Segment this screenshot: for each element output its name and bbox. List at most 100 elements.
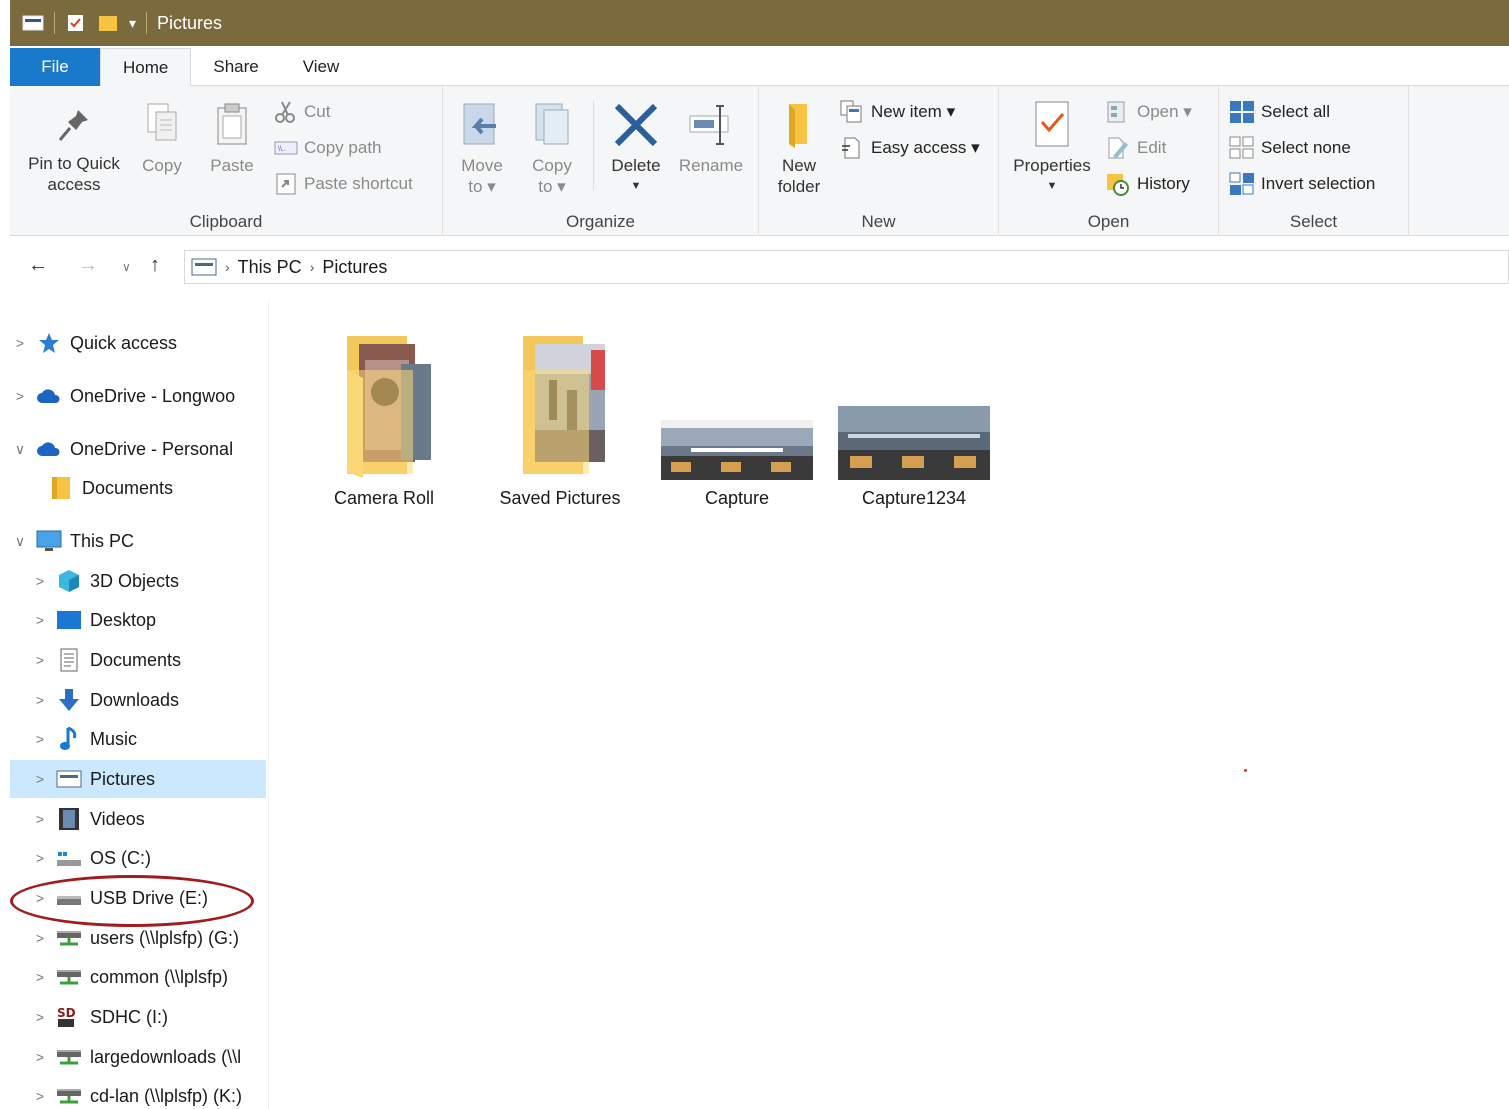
nav-common[interactable]: > common (\\lplsfp) bbox=[10, 958, 266, 996]
collapse-chevron-icon[interactable]: ∨ bbox=[10, 441, 30, 458]
pane-divider[interactable] bbox=[268, 300, 269, 1109]
expand-chevron-icon[interactable]: > bbox=[30, 1009, 50, 1025]
open-icon bbox=[1107, 101, 1125, 123]
file-name: Saved Pictures bbox=[499, 488, 621, 508]
rename-button[interactable]: Rename bbox=[675, 100, 747, 176]
file-item-capture[interactable]: Capture bbox=[652, 320, 822, 509]
move-to-button[interactable]: Move to ▾ bbox=[453, 100, 511, 197]
nav-onedrive-documents[interactable]: Documents bbox=[10, 469, 266, 507]
nav-quick-access[interactable]: > Quick access bbox=[10, 324, 266, 362]
tab-file[interactable]: File bbox=[10, 48, 100, 86]
expand-chevron-icon[interactable]: > bbox=[30, 1088, 50, 1104]
customize-quick-access-icon[interactable]: ▾ bbox=[129, 15, 136, 32]
nav-this-pc[interactable]: ∨ This PC bbox=[10, 522, 266, 560]
tab-home[interactable]: Home bbox=[100, 48, 192, 86]
folder-thumbnail bbox=[299, 320, 469, 480]
new-folder-label-2: folder bbox=[777, 177, 821, 196]
new-item-button[interactable]: New item ▾ bbox=[839, 100, 955, 124]
nav-users-g[interactable]: > users (\\lplsfp) (G:) bbox=[10, 919, 266, 957]
nav-pictures[interactable]: > Pictures bbox=[10, 760, 266, 798]
recent-locations-icon[interactable]: ∨ bbox=[122, 260, 131, 274]
select-all-button[interactable]: Select all bbox=[1229, 100, 1330, 124]
nav-music[interactable]: > Music bbox=[10, 720, 266, 758]
new-item-icon bbox=[840, 100, 862, 123]
file-item-saved-pictures[interactable]: Saved Pictures bbox=[475, 320, 645, 509]
expand-chevron-icon[interactable]: > bbox=[30, 771, 50, 787]
explorer-icon[interactable] bbox=[22, 14, 44, 32]
properties-quick-icon[interactable] bbox=[65, 14, 87, 32]
pin-to-quick-access-button[interactable]: Pin to Quick access bbox=[18, 104, 130, 195]
expand-chevron-icon[interactable]: > bbox=[30, 1049, 50, 1065]
file-item-camera-roll[interactable]: Camera Roll bbox=[299, 320, 469, 509]
nav-documents[interactable]: > Documents bbox=[10, 641, 266, 679]
nav-onedrive-personal[interactable]: ∨ OneDrive - Personal bbox=[10, 430, 266, 468]
properties-dropdown-icon[interactable]: ▼ bbox=[1007, 176, 1097, 197]
pin-label-1: Pin to Quick bbox=[28, 154, 120, 173]
nav-downloads[interactable]: > Downloads bbox=[10, 681, 266, 719]
expand-chevron-icon[interactable]: > bbox=[30, 850, 50, 866]
new-folder-quick-icon[interactable] bbox=[97, 14, 119, 32]
properties-label: Properties bbox=[1013, 156, 1091, 175]
up-arrow-icon[interactable]: ↑ bbox=[150, 254, 160, 277]
nav-largedownloads[interactable]: > largedownloads (\\l bbox=[10, 1038, 266, 1076]
breadcrumb-this-pc[interactable]: This PC bbox=[238, 257, 302, 278]
delete-dropdown-icon[interactable]: ▼ bbox=[603, 176, 669, 197]
breadcrumb-separator-icon[interactable]: › bbox=[225, 259, 230, 275]
expand-chevron-icon[interactable]: > bbox=[30, 811, 50, 827]
move-to-label-2: to ▾ bbox=[468, 177, 496, 196]
pictures-icon bbox=[56, 768, 82, 790]
nav-label: Downloads bbox=[90, 689, 180, 710]
collapse-chevron-icon[interactable]: ∨ bbox=[10, 533, 30, 550]
cursor-dot bbox=[1244, 769, 1247, 772]
nav-onedrive-longwood[interactable]: > OneDrive - Longwoo bbox=[10, 377, 266, 415]
history-button[interactable]: History bbox=[1105, 172, 1190, 196]
properties-button[interactable]: Properties ▼ bbox=[1007, 100, 1097, 197]
paste-shortcut-button[interactable]: Paste shortcut bbox=[274, 172, 413, 196]
back-arrow-icon[interactable]: ← bbox=[28, 254, 48, 277]
invert-selection-button[interactable]: Invert selection bbox=[1229, 172, 1375, 196]
forward-arrow-icon[interactable]: → bbox=[78, 254, 98, 277]
file-list: Camera Roll Saved Pictures Capture Captu… bbox=[280, 310, 1509, 1109]
expand-chevron-icon[interactable]: > bbox=[10, 388, 30, 404]
select-none-button[interactable]: Select none bbox=[1229, 136, 1351, 160]
copy-path-button[interactable]: \\.. Copy path bbox=[274, 136, 382, 160]
nav-os-c[interactable]: > OS (C:) bbox=[10, 839, 266, 877]
expand-chevron-icon[interactable]: > bbox=[30, 731, 50, 747]
expand-chevron-icon[interactable]: > bbox=[10, 335, 30, 351]
nav-cd-lan-k[interactable]: > cd-lan (\\lplsfp) (K:) bbox=[10, 1077, 266, 1109]
history-icon bbox=[1107, 174, 1129, 196]
expand-chevron-icon[interactable]: > bbox=[30, 890, 50, 906]
nav-usb-drive-e[interactable]: > USB Drive (E:) bbox=[10, 879, 266, 917]
cut-button[interactable]: Cut bbox=[274, 100, 330, 124]
paste-button[interactable]: Paste bbox=[202, 100, 262, 176]
breadcrumb-separator-icon[interactable]: › bbox=[310, 259, 315, 275]
breadcrumb-pictures[interactable]: Pictures bbox=[322, 257, 387, 278]
new-folder-button[interactable]: New folder bbox=[769, 100, 829, 197]
delete-label: Delete bbox=[611, 156, 661, 175]
copy-button[interactable]: Copy bbox=[134, 100, 190, 176]
edit-button[interactable]: Edit bbox=[1105, 136, 1166, 160]
expand-chevron-icon[interactable]: > bbox=[30, 652, 50, 668]
expand-chevron-icon[interactable]: > bbox=[30, 612, 50, 628]
expand-chevron-icon[interactable]: > bbox=[30, 930, 50, 946]
expand-chevron-icon[interactable]: > bbox=[30, 692, 50, 708]
delete-button[interactable]: Delete ▼ bbox=[603, 100, 669, 197]
open-button[interactable]: Open ▾ bbox=[1105, 100, 1192, 124]
title-separator-2 bbox=[146, 12, 148, 34]
address-bar[interactable]: › This PC › Pictures bbox=[184, 250, 1509, 284]
document-icon bbox=[56, 648, 82, 672]
nav-videos[interactable]: > Videos bbox=[10, 800, 266, 838]
sd-card-icon: SD bbox=[56, 1006, 82, 1028]
new-folder-label-1: New bbox=[781, 156, 816, 175]
tab-share[interactable]: Share bbox=[191, 48, 280, 86]
easy-access-button[interactable]: Easy access ▾ bbox=[839, 136, 980, 160]
expand-chevron-icon[interactable]: > bbox=[30, 573, 50, 589]
move-to-label-1: Move bbox=[461, 156, 503, 175]
nav-desktop[interactable]: > Desktop bbox=[10, 601, 266, 639]
expand-chevron-icon[interactable]: > bbox=[30, 969, 50, 985]
tab-view[interactable]: View bbox=[281, 48, 362, 86]
nav-sdhc-i[interactable]: > SD SDHC (I:) bbox=[10, 998, 266, 1036]
file-item-capture1234[interactable]: Capture1234 bbox=[829, 320, 999, 509]
nav-3d-objects[interactable]: > 3D Objects bbox=[10, 562, 266, 600]
copy-to-button[interactable]: Copy to ▾ bbox=[523, 100, 581, 197]
